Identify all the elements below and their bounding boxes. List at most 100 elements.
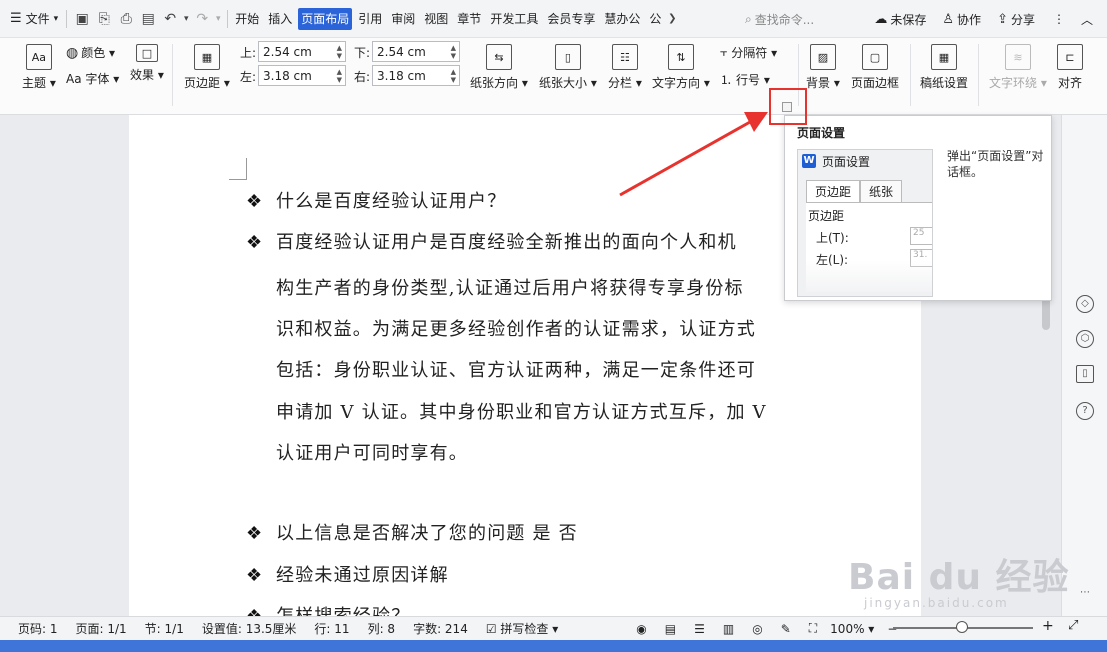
tooltip-description: 弹出“页面设置”对话框。 [947, 149, 1044, 179]
tab-3[interactable]: 引用 [355, 8, 385, 30]
preview-tabs: 页边距 纸张 [806, 180, 903, 203]
margins-button[interactable]: ▦ 页边距 ▾ [184, 44, 230, 91]
paragraph-2-line-5: 申请加 V 认证。其中身份职业和官方认证方式互斥，加 V [276, 402, 767, 423]
spinner-icon[interactable]: ▲ ▼ [451, 68, 456, 84]
right-margin-label: 右: [354, 70, 371, 84]
save-icon[interactable]: ▣ [71, 0, 93, 38]
preview-header: W 页面设置 [798, 150, 932, 172]
text-wrap-button[interactable]: ≋ 文字环绕 ▾ [989, 44, 1047, 91]
spinner-icon[interactable]: ▲ ▼ [451, 44, 456, 60]
align-button[interactable]: ⊏ 对齐 [1057, 44, 1083, 91]
bullet-icon: ❖ [246, 565, 264, 586]
font-button[interactable]: Aa 字体 ▾ [66, 70, 119, 87]
print-preview-icon[interactable]: ▤ [137, 0, 159, 38]
paragraph-5[interactable]: ❖怎样搜索经验？ [246, 596, 410, 616]
separator-button[interactable]: ⫟ 分隔符 ▾ [720, 44, 777, 61]
translate-icon[interactable]: ▯ [1076, 365, 1094, 383]
style-icon[interactable]: ◇ [1076, 295, 1094, 313]
paragraph-5-text: 怎样搜索经验？ [276, 606, 410, 616]
more-options-icon[interactable]: ⋮ [1043, 12, 1075, 26]
right-margin-value: 3.18 cm [377, 68, 426, 83]
background-icon: ▨ [809, 44, 836, 70]
text-direction-icon: ⇅ [667, 44, 694, 70]
paragraph-2[interactable]: ❖ 百度经验认证用户是百度经验全新推出的面向个人和机 [246, 222, 737, 263]
tab-7[interactable]: 开发工具 [487, 8, 541, 30]
page-setup-tooltip: 页面设置 W 页面设置 页边距 纸张 页边距 上(T): 25 左(L): 31… [784, 115, 1052, 301]
outline-view-icon[interactable]: ☰ [685, 622, 714, 636]
tab-0[interactable]: 开始 [232, 8, 262, 30]
paragraph-3-text: 以上信息是否解决了您的问题 是 否 [276, 523, 578, 544]
undo-icon[interactable]: ↶ [159, 0, 181, 38]
paragraph-3[interactable]: ❖ 以上信息是否解决了您的问题 是 否 [246, 513, 578, 554]
search-command[interactable]: ⌕ 查找命令... [745, 8, 841, 30]
highlight-box [769, 88, 807, 125]
paragraph-4[interactable]: ❖ 经验未通过原因详解 [246, 555, 449, 596]
text-wrap-icon: ≋ [1004, 44, 1031, 70]
theme-button[interactable]: Aa 主题 ▾ [22, 44, 56, 91]
eye-icon[interactable]: ◉ [627, 622, 655, 636]
tab-8[interactable]: 会员专享 [544, 8, 598, 30]
collab-button[interactable]: ♙ 协作 [934, 11, 989, 28]
preview-section-label: 页边距 [808, 209, 845, 223]
bottom-margin-input[interactable]: 2.54 cm ▲ ▼ [372, 41, 460, 62]
tab-2[interactable]: 页面布局 [298, 7, 353, 30]
tab-6[interactable]: 章节 [454, 8, 484, 30]
more-icon[interactable]: ⋯ [1076, 585, 1094, 603]
reading-view-icon[interactable]: ▥ [714, 622, 743, 636]
export-pdf-icon[interactable]: ⎘ [93, 0, 115, 38]
web-view-icon[interactable]: ◎ [743, 622, 771, 636]
wps-logo-icon: W [802, 154, 816, 168]
line-number-button[interactable]: ⒈ 行号 ▾ [720, 71, 770, 88]
tab-1[interactable]: 插入 [265, 8, 295, 30]
spell-check-button[interactable]: ☑ 拼写检查 ▾ [477, 620, 567, 637]
unsaved-button[interactable]: ☁ 未保存 [866, 11, 934, 28]
share-icon: ⇪ [997, 11, 1008, 27]
right-margin-input[interactable]: 3.18 cm ▲ ▼ [372, 65, 460, 86]
text-direction-button[interactable]: ⇅ 文字方向 ▾ [652, 44, 710, 91]
tab-5[interactable]: 视图 [421, 8, 451, 30]
paper-size-button[interactable]: ▯ 纸张大小 ▾ [539, 44, 597, 91]
help-icon[interactable]: ? [1076, 402, 1094, 420]
zoom-in-icon[interactable]: + [1042, 618, 1054, 634]
page-border-button[interactable]: ▢ 页面边框 [851, 44, 899, 91]
paragraph-4-text: 经验未通过原因详解 [276, 565, 449, 586]
paragraph-5-clip: ❖怎样搜索经验？ [246, 596, 806, 616]
fullscreen-icon[interactable]: ⤢ [1068, 618, 1078, 633]
tab-10[interactable]: 公 [646, 8, 664, 30]
share-button[interactable]: ⇪ 分享 [989, 11, 1043, 28]
print-icon[interactable]: ⎙ [115, 0, 137, 38]
left-margin-input[interactable]: 3.18 cm ▲ ▼ [258, 65, 346, 86]
top-margin-input[interactable]: 2.54 cm ▲ ▼ [258, 41, 346, 62]
redo-icon[interactable]: ↷ [191, 0, 213, 38]
zoom-slider-knob[interactable] [956, 621, 968, 633]
manuscript-button[interactable]: ▦ 稿纸设置 [920, 44, 968, 91]
paragraph-2-line-2: 构生产者的身份类型,认证通过后用户将获得专享身份标 [276, 278, 744, 299]
more-tabs-icon[interactable]: ❯ [664, 0, 680, 38]
spinner-icon[interactable]: ▲ ▼ [337, 68, 342, 84]
paragraph-1[interactable]: ❖ 什么是百度经验认证用户？ [246, 181, 506, 222]
color-button[interactable]: ◍ 颜色 ▾ [66, 44, 115, 61]
collapse-ribbon-icon[interactable]: ︿ [1075, 11, 1107, 28]
tab-9[interactable]: 慧办公 [601, 8, 643, 30]
select-icon[interactable]: ⬡ [1076, 330, 1094, 348]
redo-dropdown-icon[interactable]: ▾ [213, 0, 223, 38]
fit-page-icon[interactable]: ⛶ [800, 621, 826, 636]
pen-icon[interactable]: ✎ [772, 622, 800, 636]
undo-dropdown-icon[interactable]: ▾ [181, 0, 191, 38]
baidu-watermark: Bai du 经验 jingyan.baidu.com [848, 548, 1070, 610]
spinner-icon[interactable]: ▲ ▼ [337, 44, 342, 60]
file-menu[interactable]: ☰ 文件 ▾ [0, 0, 62, 38]
preview-tab-paper: 纸张 [860, 180, 903, 203]
orientation-button[interactable]: ⇆ 纸张方向 ▾ [470, 44, 528, 91]
tab-4[interactable]: 审阅 [388, 8, 418, 30]
effect-button[interactable]: □ 效果 ▾ [130, 44, 164, 83]
status-word-count[interactable]: 字数: 214 [404, 620, 477, 637]
preview-title: 页面设置 [822, 154, 871, 169]
unsaved-label: 未保存 [890, 12, 927, 27]
background-button[interactable]: ▨ 背景 ▾ [806, 44, 840, 91]
columns-button[interactable]: ☷ 分栏 ▾ [608, 44, 642, 91]
margin-corner-mark [229, 158, 247, 180]
page-view-icon[interactable]: ▤ [656, 622, 685, 636]
bottom-margin-label: 下: [354, 46, 371, 60]
zoom-level[interactable]: 100% ▾ [826, 622, 878, 636]
